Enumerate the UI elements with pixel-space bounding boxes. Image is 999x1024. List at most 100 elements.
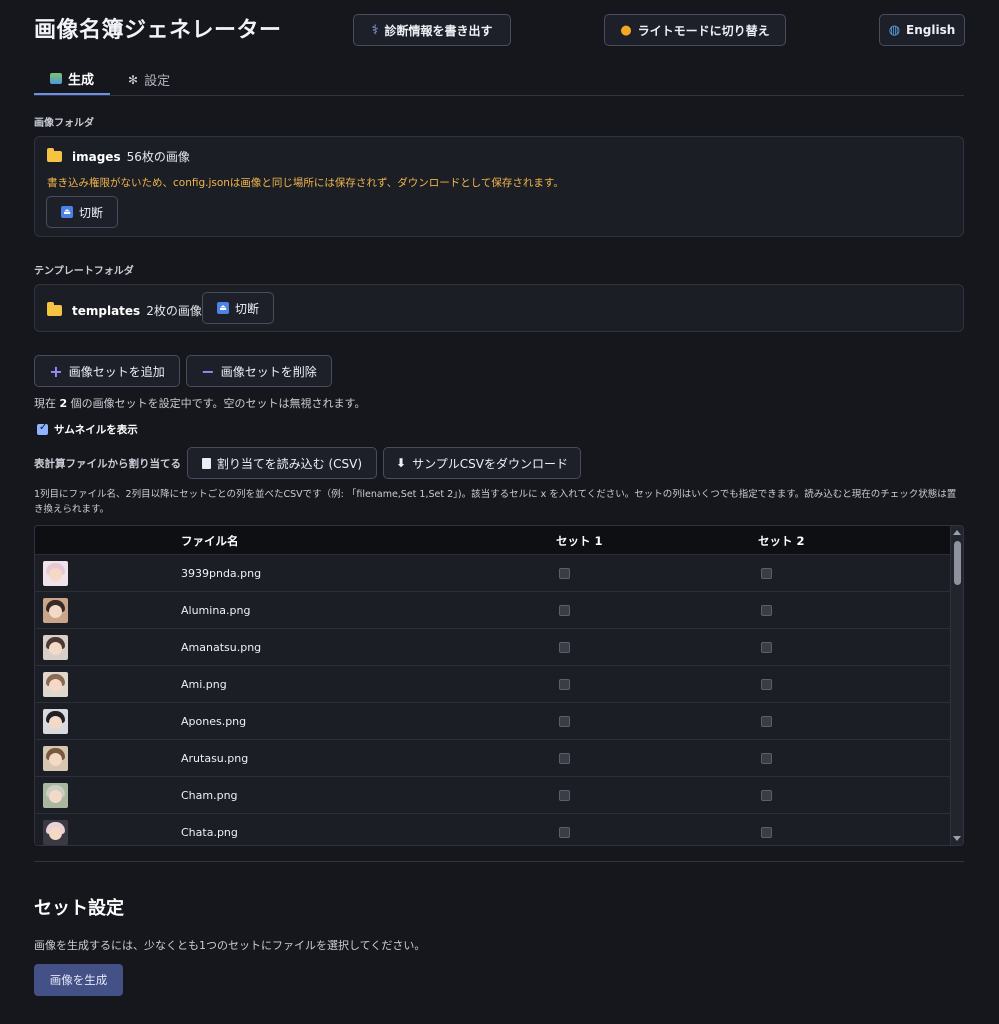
disconnect-label: 切断	[78, 205, 103, 220]
set-1-checkbox[interactable]	[559, 605, 570, 616]
set-1-checkbox[interactable]	[559, 568, 570, 579]
set-settings-hint: 画像を生成するには、少なくとも1つのセットにファイルを選択してください。	[34, 939, 426, 952]
tab-bar: 生成 ✻ 設定	[34, 64, 964, 96]
template-folder-label: テンプレートフォルダ	[34, 266, 134, 277]
set-2-checkbox[interactable]	[761, 790, 772, 801]
table-scrollbar[interactable]	[950, 526, 963, 845]
show-thumbnails-toggle[interactable]: サムネイルを表示	[37, 422, 138, 437]
stethoscope-icon: ⚕	[371, 22, 379, 38]
theme-toggle-button[interactable]: ● ライトモードに切り替え	[604, 14, 786, 46]
import-csv-label: 割り当てを読み込む (CSV)	[216, 456, 363, 471]
table-row: Alumina.png	[35, 591, 952, 628]
table-row: Apones.png	[35, 702, 952, 739]
set-1-checkbox[interactable]	[559, 827, 570, 838]
folder-icon	[47, 148, 62, 162]
remove-image-set-button[interactable]: − 画像セットを削除	[186, 355, 332, 387]
template-folder-count: 2枚の画像	[146, 304, 202, 318]
table-row: Chata.png	[35, 813, 952, 845]
gear-icon: ✻	[128, 72, 139, 87]
header-set-2: セット 2	[758, 534, 805, 548]
file-name-cell: Amanatsu.png	[181, 641, 262, 654]
eject-icon: ⏏	[216, 302, 229, 314]
scroll-thumb[interactable]	[954, 541, 961, 585]
set-1-checkbox[interactable]	[559, 716, 570, 727]
table-row: 3939pnda.png	[35, 554, 952, 591]
set-count-status: 現在 2 個の画像セットを設定中です。空のセットは無視されます。	[34, 397, 366, 410]
table-row: Ami.png	[35, 665, 952, 702]
thumbnail	[43, 709, 68, 734]
set-1-checkbox[interactable]	[559, 790, 570, 801]
generate-images-button[interactable]: 画像を生成	[34, 964, 123, 996]
csv-help-text: 1列目にファイル名、2列目以降にセットごとの列を並べたCSVです（例: 「fil…	[34, 489, 957, 515]
set-2-checkbox[interactable]	[761, 568, 772, 579]
tab-settings-label: 設定	[144, 74, 171, 89]
document-icon	[201, 457, 211, 469]
set-2-checkbox[interactable]	[761, 679, 772, 690]
table-row: Amanatsu.png	[35, 628, 952, 665]
file-name-cell: Apones.png	[181, 715, 247, 728]
thumbnail	[43, 598, 68, 623]
file-name-cell: Cham.png	[181, 789, 238, 802]
write-permission-warning: 書き込み権限がないため、config.jsonは画像と同じ場所には保存されず、ダ…	[47, 177, 564, 189]
file-name-cell: Chata.png	[181, 826, 238, 839]
file-name-cell: Arutasu.png	[181, 752, 249, 765]
thumbnail	[43, 746, 68, 771]
thumbnail	[43, 635, 68, 660]
image-icon	[49, 73, 62, 84]
set-1-checkbox[interactable]	[559, 753, 570, 764]
template-folder-panel: templates 2枚の画像 ⏏ 切断	[34, 284, 964, 332]
tab-settings[interactable]: ✻ 設定	[128, 64, 188, 95]
template-folder-disconnect-button[interactable]: ⏏ 切断	[202, 292, 274, 324]
import-csv-button[interactable]: 割り当てを読み込む (CSV)	[187, 447, 377, 479]
file-name-cell: Alumina.png	[181, 604, 251, 617]
image-folder-panel: images 56枚の画像 書き込み権限がないため、config.jsonは画像…	[34, 136, 964, 237]
eject-icon: ⏏	[60, 206, 73, 218]
csv-assign-label: 表計算ファイルから割り当てる	[34, 458, 181, 470]
image-folder-count: 56枚の画像	[126, 150, 190, 164]
header-set-1: セット 1	[556, 534, 603, 548]
scroll-down-arrow[interactable]	[953, 836, 961, 841]
show-thumbnails-label: サムネイルを表示	[54, 424, 138, 436]
add-image-set-label: 画像セットを追加	[68, 364, 165, 379]
header-file: ファイル名	[181, 534, 239, 548]
set-2-checkbox[interactable]	[761, 642, 772, 653]
table-row: Cham.png	[35, 776, 952, 813]
assignment-table: ファイル名 セット 1 セット 2 3939pnda.png Alumina.pn…	[34, 525, 964, 846]
scroll-up-arrow[interactable]	[953, 530, 961, 535]
tab-generate[interactable]: 生成	[34, 64, 110, 95]
set-2-checkbox[interactable]	[761, 605, 772, 616]
globe-icon: ◍	[888, 22, 901, 38]
remove-image-set-label: 画像セットを削除	[220, 364, 317, 379]
table-header: ファイル名 セット 1 セット 2	[35, 526, 952, 554]
disconnect-label: 切断	[234, 301, 259, 316]
image-folder-disconnect-button[interactable]: ⏏ 切断	[46, 196, 118, 228]
download-sample-csv-button[interactable]: ⬇ サンプルCSVをダウンロード	[383, 447, 581, 479]
section-divider	[34, 861, 964, 862]
show-thumbnails-checkbox[interactable]	[37, 422, 48, 435]
thumbnail	[43, 820, 68, 845]
plus-icon: +	[49, 361, 63, 381]
set-settings-title: セット設定	[34, 898, 124, 919]
image-folder-label: 画像フォルダ	[34, 118, 94, 129]
tab-generate-label: 生成	[67, 73, 94, 88]
minus-icon: −	[201, 361, 215, 381]
set-1-checkbox[interactable]	[559, 642, 570, 653]
export-diagnostics-label: 診断情報を書き出す	[384, 23, 493, 38]
export-diagnostics-button[interactable]: ⚕ 診断情報を書き出す	[353, 14, 511, 46]
set-2-checkbox[interactable]	[761, 827, 772, 838]
file-name-cell: Ami.png	[181, 678, 227, 691]
image-folder-name: images	[72, 149, 121, 164]
add-image-set-button[interactable]: + 画像セットを追加	[34, 355, 180, 387]
folder-icon	[47, 302, 62, 316]
app-title: 画像名簿ジェネレーター	[34, 18, 282, 43]
table-row: Arutasu.png	[35, 739, 952, 776]
set-2-checkbox[interactable]	[761, 716, 772, 727]
template-folder-name: templates	[72, 303, 141, 318]
language-button[interactable]: ◍ English	[879, 14, 965, 46]
set-2-checkbox[interactable]	[761, 753, 772, 764]
language-label: English	[906, 23, 956, 37]
download-sample-csv-label: サンプルCSVをダウンロード	[412, 456, 568, 471]
sun-icon: ●	[620, 22, 632, 38]
download-icon: ⬇	[396, 456, 407, 470]
set-1-checkbox[interactable]	[559, 679, 570, 690]
